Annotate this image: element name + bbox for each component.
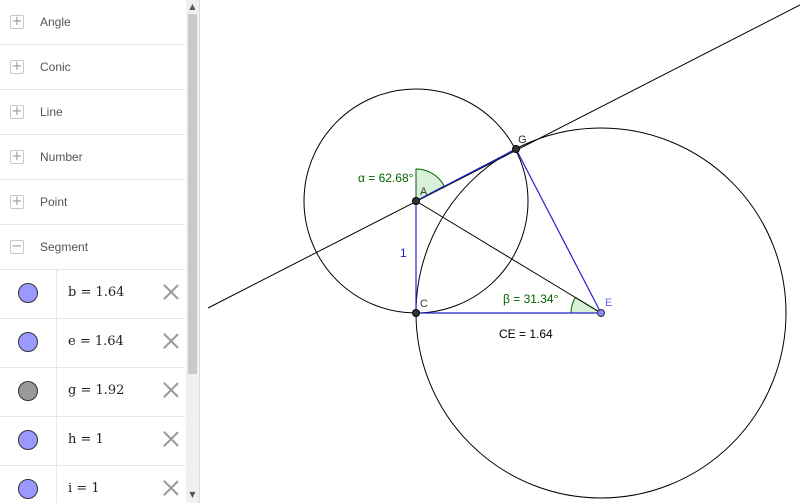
category-point[interactable]: + Point [0, 180, 185, 225]
category-angle[interactable]: + Angle [0, 0, 185, 45]
category-label: Conic [40, 60, 71, 74]
category-label: Number [40, 150, 83, 164]
segment-ge[interactable] [515, 148, 602, 314]
expand-icon[interactable]: + [10, 105, 24, 119]
marble-cell [0, 466, 57, 503]
segment-ce-label: CE = 1.64 [499, 327, 553, 341]
category-conic[interactable]: + Conic [0, 45, 185, 90]
marble-cell [0, 270, 57, 318]
category-number[interactable]: + Number [0, 135, 185, 180]
category-line[interactable]: + Line [0, 90, 185, 135]
point-label-a: A [420, 186, 428, 198]
expand-icon[interactable]: + [10, 150, 24, 164]
visibility-toggle[interactable] [18, 381, 38, 401]
algebra-item-g[interactable]: g = 1.92 [0, 368, 185, 417]
marble-cell [0, 368, 57, 416]
algebra-item-e[interactable]: e = 1.64 [0, 319, 185, 368]
category-segment[interactable]: − Segment [0, 225, 185, 270]
delete-icon[interactable] [162, 430, 180, 448]
category-label: Line [40, 105, 63, 119]
visibility-toggle[interactable] [18, 283, 38, 303]
graphics-view[interactable]: A C G E α = 62.68° β = 31.34° 1 CE = 1.6… [200, 0, 800, 503]
point-a[interactable] [412, 197, 420, 205]
delete-icon[interactable] [162, 283, 180, 301]
algebra-item-text[interactable]: g = 1.92 [68, 383, 124, 398]
algebra-item-i[interactable]: i = 1 [0, 466, 185, 503]
expand-icon[interactable]: + [10, 195, 24, 209]
point-label-c: C [420, 298, 428, 310]
algebra-view: + Angle + Conic + Line + Number + Point … [0, 0, 200, 503]
scroll-up-icon[interactable]: ▲ [186, 0, 199, 12]
collapse-icon[interactable]: − [10, 240, 24, 254]
algebra-item-text[interactable]: h = 1 [68, 432, 104, 447]
delete-icon[interactable] [162, 332, 180, 350]
point-e[interactable] [597, 309, 605, 317]
line-tangent[interactable] [207, 4, 800, 309]
algebra-item-text[interactable]: i = 1 [68, 481, 100, 496]
point-label-g: G [518, 134, 527, 146]
visibility-toggle[interactable] [18, 479, 38, 499]
angle-alpha-label: α = 62.68° [358, 171, 414, 185]
algebra-item-text[interactable]: e = 1.64 [68, 334, 124, 349]
algebra-item-text[interactable]: b = 1.64 [68, 285, 124, 300]
scroll-down-icon[interactable]: ▼ [186, 488, 199, 500]
angle-beta-label: β = 31.34° [503, 292, 559, 306]
delete-icon[interactable] [162, 381, 180, 399]
category-label: Point [40, 195, 68, 209]
expand-icon[interactable]: + [10, 15, 24, 29]
scroll-thumb[interactable] [188, 14, 197, 374]
visibility-toggle[interactable] [18, 430, 38, 450]
marble-cell [0, 417, 57, 465]
expand-icon[interactable]: + [10, 60, 24, 74]
algebra-item-b[interactable]: b = 1.64 [0, 270, 185, 319]
point-c[interactable] [412, 309, 420, 317]
scrollbar[interactable]: ▲ ▼ [186, 0, 199, 503]
delete-icon[interactable] [162, 479, 180, 497]
visibility-toggle[interactable] [18, 332, 38, 352]
category-label: Angle [40, 15, 71, 29]
point-g[interactable] [512, 145, 520, 153]
point-label-e: E [605, 297, 612, 309]
segment-ac-label: 1 [400, 246, 407, 260]
algebra-item-h[interactable]: h = 1 [0, 417, 185, 466]
category-label: Segment [40, 240, 89, 254]
marble-cell [0, 319, 57, 367]
